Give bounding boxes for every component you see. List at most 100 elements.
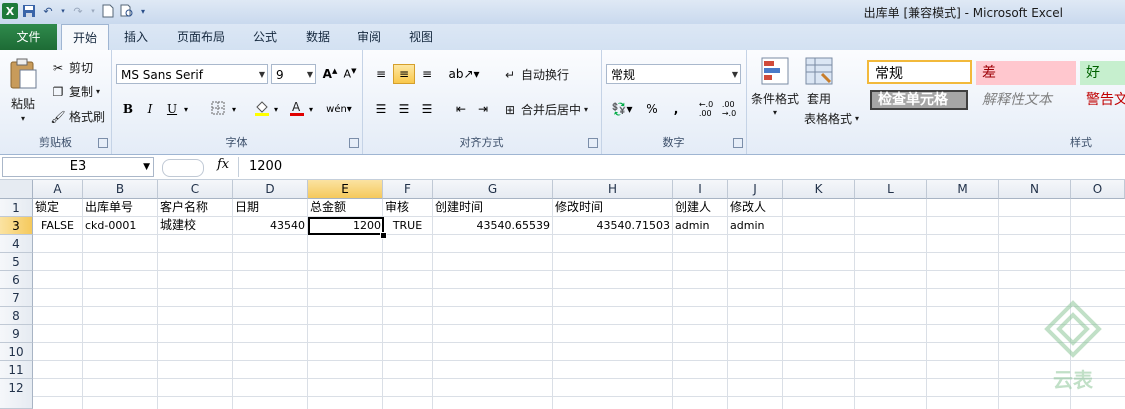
- style-check-cell[interactable]: 检查单元格: [870, 90, 968, 110]
- font-launcher-icon[interactable]: [349, 138, 359, 148]
- insert-function-icon[interactable]: fx: [217, 157, 229, 172]
- row-header-7[interactable]: 7: [0, 289, 33, 307]
- cell-a3[interactable]: FALSE: [33, 217, 83, 235]
- row-header-4[interactable]: 4: [0, 235, 33, 253]
- cell-f1[interactable]: 审核: [383, 199, 433, 217]
- column-header-j[interactable]: J: [728, 180, 783, 199]
- decrease-decimal-button[interactable]: .00 →.0: [718, 99, 740, 119]
- style-good[interactable]: 好: [1080, 61, 1125, 85]
- row-header-9[interactable]: 9: [0, 325, 33, 343]
- style-explanatory[interactable]: 解释性文本: [976, 88, 1076, 112]
- merge-center-button[interactable]: ⊞ 合并后居中 ▾: [502, 101, 588, 118]
- alignment-launcher-icon[interactable]: [588, 138, 598, 148]
- align-bottom-button[interactable]: ≡: [416, 64, 438, 84]
- font-size-combo[interactable]: 9 ▼: [271, 64, 316, 84]
- row-header-10[interactable]: 10: [0, 343, 33, 361]
- customize-qat-icon[interactable]: ▾: [138, 3, 148, 19]
- align-left-button[interactable]: ☰: [370, 99, 392, 119]
- conditional-formatting-button[interactable]: 条件格式 ▾: [751, 56, 799, 117]
- cell-a1[interactable]: 锁定: [33, 199, 83, 217]
- cell-i1[interactable]: 创建人: [673, 199, 728, 217]
- cell-e1[interactable]: 总金额: [308, 199, 383, 217]
- tab-data[interactable]: 数据: [296, 24, 340, 50]
- grow-font-button[interactable]: A▲: [319, 64, 341, 84]
- align-top-button[interactable]: ≡: [370, 64, 392, 84]
- fill-handle[interactable]: [380, 232, 387, 239]
- cell-e3[interactable]: 1200: [308, 217, 384, 235]
- style-normal[interactable]: 常规: [867, 60, 972, 84]
- undo-icon[interactable]: ↶: [40, 3, 56, 19]
- row-header-11[interactable]: 11: [0, 361, 33, 379]
- format-as-table-label[interactable]: 表格格式 ▾: [804, 110, 859, 127]
- copy-button[interactable]: ❐ 复制 ▾: [50, 83, 100, 100]
- italic-button[interactable]: I: [139, 99, 161, 119]
- decrease-indent-button[interactable]: ⇤: [450, 99, 472, 119]
- borders-dropdown-icon[interactable]: ▾: [229, 99, 239, 119]
- align-right-button[interactable]: ☰: [416, 99, 438, 119]
- cell-h1[interactable]: 修改时间: [553, 199, 673, 217]
- column-header-f[interactable]: F: [383, 180, 433, 199]
- tab-review[interactable]: 审阅: [347, 24, 391, 50]
- paste-button[interactable]: 粘贴 ▾: [8, 58, 38, 123]
- accounting-format-button[interactable]: 💱▾: [607, 99, 637, 119]
- clipboard-launcher-icon[interactable]: [98, 138, 108, 148]
- tab-formulas[interactable]: 公式: [243, 24, 287, 50]
- tab-home[interactable]: 开始: [61, 24, 109, 52]
- column-header-m[interactable]: M: [927, 180, 999, 199]
- column-header-d[interactable]: D: [233, 180, 308, 199]
- font-color-dropdown-icon[interactable]: ▾: [306, 99, 316, 119]
- format-painter-button[interactable]: 🖌 格式刷: [50, 108, 105, 125]
- style-warning[interactable]: 警告文: [1080, 88, 1125, 112]
- cell-f3[interactable]: TRUE: [383, 217, 433, 235]
- row-header-6[interactable]: 6: [0, 271, 33, 289]
- borders-button[interactable]: [207, 99, 229, 119]
- font-name-combo[interactable]: MS Sans Serif ▼: [116, 64, 268, 84]
- cell-d3[interactable]: 43540: [233, 217, 308, 235]
- column-header-n[interactable]: N: [999, 180, 1071, 199]
- column-header-k[interactable]: K: [783, 180, 855, 199]
- save-icon[interactable]: [21, 3, 37, 19]
- cell-d1[interactable]: 日期: [233, 199, 308, 217]
- increase-decimal-button[interactable]: ←.0.00: [695, 99, 717, 119]
- orientation-button[interactable]: ab↗▾: [448, 64, 479, 84]
- cell-b3[interactable]: ckd-0001: [83, 217, 158, 235]
- column-header-o[interactable]: O: [1071, 180, 1125, 199]
- row-header-5[interactable]: 5: [0, 253, 33, 271]
- formula-bar-splitter[interactable]: [162, 159, 204, 177]
- cell-i3[interactable]: admin: [673, 217, 728, 235]
- align-center-button[interactable]: ☰: [393, 99, 415, 119]
- column-header-a[interactable]: A: [33, 180, 83, 199]
- bold-button[interactable]: B: [117, 99, 139, 119]
- wrap-text-button[interactable]: ↵ 自动换行: [502, 66, 569, 83]
- print-preview-icon[interactable]: [119, 3, 135, 19]
- cell-g3[interactable]: 43540.65539: [433, 217, 553, 235]
- underline-button[interactable]: U: [161, 99, 183, 119]
- font-color-button[interactable]: A: [286, 99, 308, 119]
- excel-logo-icon[interactable]: X: [2, 3, 18, 19]
- tab-view[interactable]: 视图: [399, 24, 443, 50]
- increase-indent-button[interactable]: ⇥: [472, 99, 494, 119]
- cell-j3[interactable]: admin: [728, 217, 783, 235]
- cell-g1[interactable]: 创建时间: [433, 199, 553, 217]
- number-format-combo[interactable]: 常规 ▼: [606, 64, 741, 84]
- align-middle-button[interactable]: ≡: [393, 64, 415, 84]
- column-header-h[interactable]: H: [553, 180, 673, 199]
- number-launcher-icon[interactable]: [733, 138, 743, 148]
- percent-style-button[interactable]: %: [641, 99, 663, 119]
- row-header-12[interactable]: 12: [0, 379, 33, 409]
- style-bad[interactable]: 差: [976, 61, 1076, 85]
- phonetic-guide-button[interactable]: wén▾: [326, 99, 352, 119]
- redo-dropdown-icon[interactable]: ▾: [89, 3, 97, 19]
- row-header-3[interactable]: 3: [0, 217, 33, 235]
- cell-c3[interactable]: 城建校: [158, 217, 233, 235]
- column-header-b[interactable]: B: [83, 180, 158, 199]
- column-header-g[interactable]: G: [433, 180, 553, 199]
- select-all-corner[interactable]: [0, 180, 33, 199]
- column-header-i[interactable]: I: [673, 180, 728, 199]
- format-as-table-button[interactable]: 套用: [804, 56, 834, 107]
- undo-dropdown-icon[interactable]: ▾: [59, 3, 67, 19]
- column-header-c[interactable]: C: [158, 180, 233, 199]
- tab-insert[interactable]: 插入: [113, 24, 159, 50]
- shrink-font-button[interactable]: A▼: [339, 64, 361, 84]
- cut-button[interactable]: ✂ 剪切: [50, 59, 93, 76]
